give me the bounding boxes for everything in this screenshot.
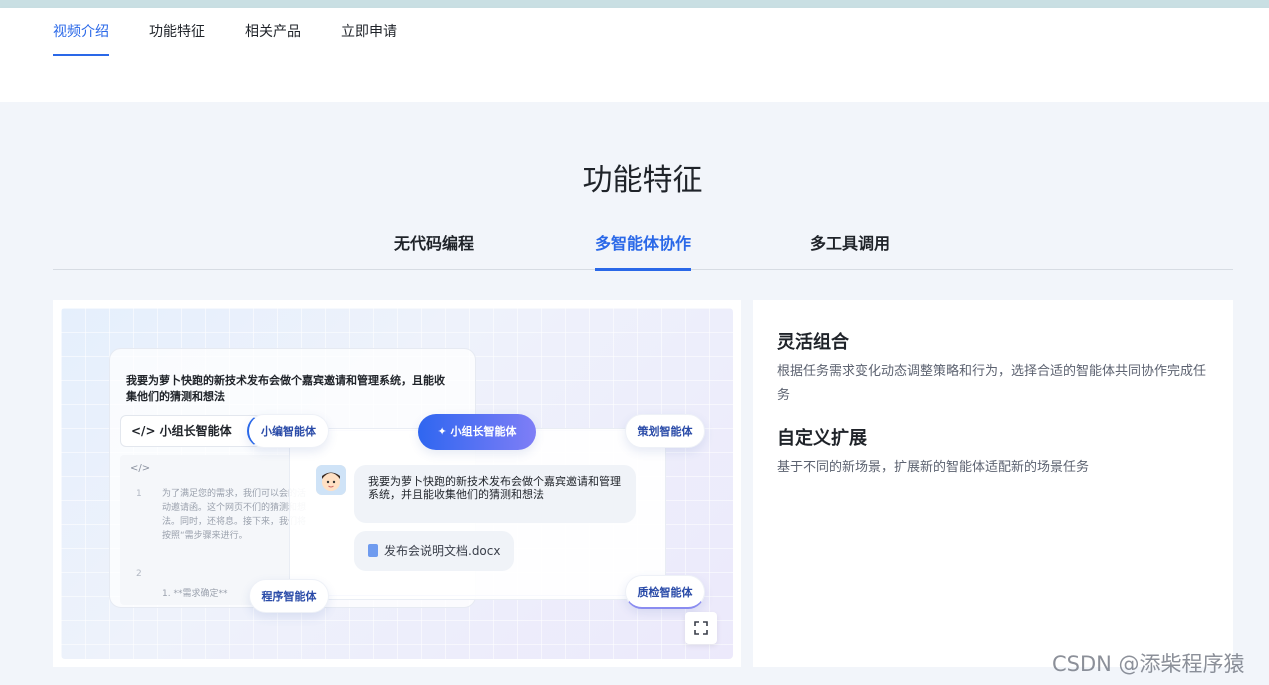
top-nav: 视频介绍 功能特征 相关产品 立即申请 xyxy=(0,8,1269,56)
feature-tabs: 无代码编程 多智能体协作 多工具调用 xyxy=(53,222,1233,271)
agent-pill-qa[interactable]: 质检智能体 xyxy=(625,575,705,609)
user-avatar xyxy=(316,465,346,495)
chat-message: 我要为萝卜快跑的新技术发布会做个嘉宾邀请和管理系统，并且能收集他们的猜测和想法 xyxy=(354,465,636,523)
nav-item-video-intro[interactable]: 视频介绍 xyxy=(53,8,109,56)
agent-pill-editor[interactable]: 小编智能体 xyxy=(247,414,329,448)
nav-item-apply-now[interactable]: 立即申请 xyxy=(341,8,397,56)
code-line-number: 1 xyxy=(136,489,142,499)
nav-item-features[interactable]: 功能特征 xyxy=(149,8,205,56)
agent-pill-programmer[interactable]: 程序智能体 xyxy=(249,579,329,613)
tab-multi-agent[interactable]: 多智能体协作 xyxy=(595,230,692,271)
chat-panel: 我要为萝卜快跑的新技术发布会做个嘉宾邀请和管理系统，并且能收集他们的猜测和想法 … xyxy=(289,428,666,600)
agent-pill-lead[interactable]: ✦ 小组长智能体 xyxy=(418,414,536,450)
agent-pill-planner[interactable]: 策划智能体 xyxy=(625,414,705,448)
feature-description: 根据任务需求变化动态调整策略和行为，选择合适的智能体共同协作完成任务 xyxy=(777,364,1207,403)
file-name: 发布会说明文档.docx xyxy=(384,544,501,558)
header-band xyxy=(0,56,1269,102)
file-attachment[interactable]: 发布会说明文档.docx xyxy=(354,531,514,571)
agent-pill-lead-label: 小组长智能体 xyxy=(450,425,517,438)
watermark: CSDN @添柴程序猿 xyxy=(1052,652,1245,676)
expand-icon xyxy=(694,621,708,635)
sparkle-icon: ✦ xyxy=(437,425,451,438)
code-line-number: 2 xyxy=(136,569,142,579)
tab-multi-tool[interactable]: 多工具调用 xyxy=(810,230,890,270)
feature-title: 灵活组合 xyxy=(777,332,849,353)
document-icon xyxy=(368,544,378,557)
demo-card: 我要为萝卜快跑的新技术发布会做个嘉宾邀请和管理系统，且能收集他们的猜测和想法 <… xyxy=(53,300,741,667)
features-card: 灵活组合 根据任务需求变化动态调整策略和行为，选择合适的智能体共同协作完成任务 … xyxy=(753,300,1233,667)
section-title: 功能特征 xyxy=(582,163,703,198)
feature-title: 自定义扩展 xyxy=(777,428,867,449)
code-header: </> xyxy=(130,463,151,474)
tab-no-code[interactable]: 无代码编程 xyxy=(394,230,474,270)
nav-item-related-products[interactable]: 相关产品 xyxy=(245,8,301,56)
document-title: 我要为萝卜快跑的新技术发布会做个嘉宾邀请和管理系统，且能收集他们的猜测和想法 xyxy=(126,374,445,403)
feature-description: 基于不同的新场景，扩展新的智能体适配新的场景任务 xyxy=(777,460,1090,475)
fullscreen-button[interactable] xyxy=(685,612,717,644)
demo-illustration: 我要为萝卜快跑的新技术发布会做个嘉宾邀请和管理系统，且能收集他们的猜测和想法 <… xyxy=(61,308,733,659)
top-color-strip xyxy=(0,0,1269,8)
